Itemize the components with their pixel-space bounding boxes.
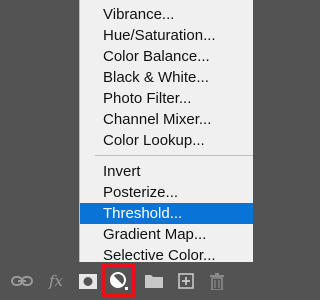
- layer-style-button[interactable]: fx: [44, 270, 68, 292]
- delete-layer-button[interactable]: [206, 270, 228, 292]
- link-layers-button[interactable]: [10, 270, 34, 292]
- new-group-button[interactable]: [143, 270, 165, 292]
- menu-item-invert[interactable]: Invert: [80, 161, 253, 182]
- folder-icon: [145, 275, 163, 288]
- menu-item-hue-saturation[interactable]: Hue/Saturation...: [80, 25, 253, 46]
- link-icon: [11, 276, 33, 286]
- layers-panel: Vibrance... Hue/Saturation... Color Bala…: [0, 0, 253, 300]
- menu-item-posterize[interactable]: Posterize...: [80, 182, 253, 203]
- trash-icon: [210, 272, 224, 290]
- annotation-highlight-box: [102, 263, 136, 297]
- adjustment-layer-menu: Vibrance... Hue/Saturation... Color Bala…: [79, 0, 253, 264]
- menu-item-channel-mixer[interactable]: Channel Mixer...: [80, 109, 253, 130]
- fx-icon: fx: [48, 272, 63, 290]
- menu-item-gradient-map[interactable]: Gradient Map...: [80, 224, 253, 245]
- mask-icon: [79, 273, 97, 289]
- menu-separator: [95, 155, 253, 156]
- menu-item-threshold[interactable]: Threshold...: [80, 203, 253, 224]
- menu-item-black-white[interactable]: Black & White...: [80, 67, 253, 88]
- menu-item-vibrance[interactable]: Vibrance...: [80, 4, 253, 25]
- menu-item-color-lookup[interactable]: Color Lookup...: [80, 130, 253, 151]
- menu-item-photo-filter[interactable]: Photo Filter...: [80, 88, 253, 109]
- new-layer-icon: [178, 273, 194, 289]
- menu-item-color-balance[interactable]: Color Balance...: [80, 46, 253, 67]
- add-mask-button[interactable]: [77, 270, 99, 292]
- new-layer-button[interactable]: [175, 270, 197, 292]
